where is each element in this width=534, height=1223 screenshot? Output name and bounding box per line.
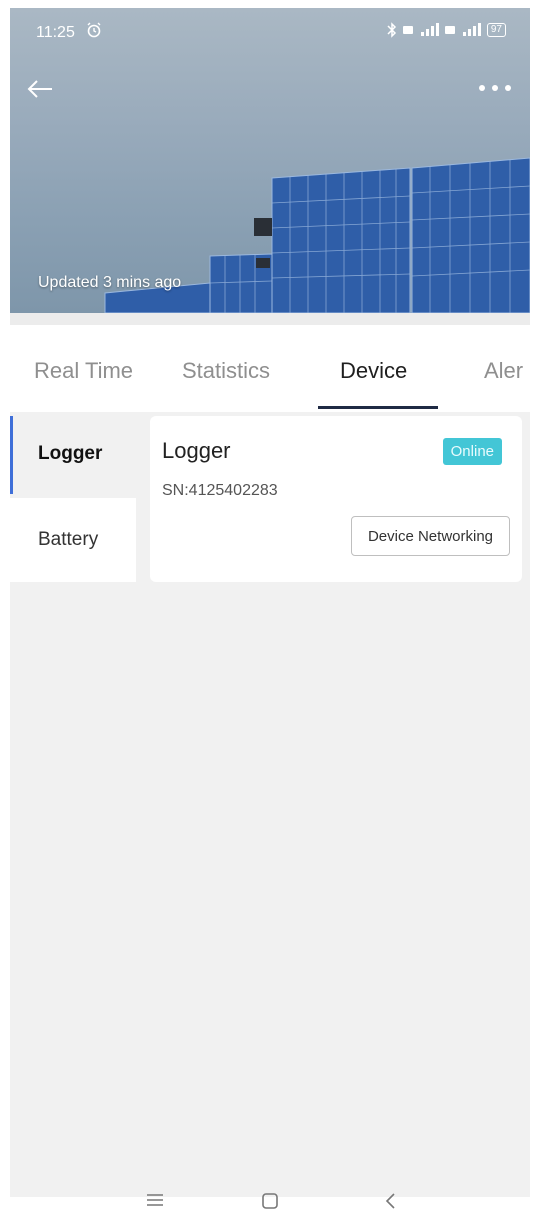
status-bar: 11:25 97 <box>10 8 530 58</box>
home-icon[interactable] <box>260 1191 280 1211</box>
hero-divider <box>10 313 530 325</box>
battery-level: 97 <box>490 24 502 35</box>
status-time: 11:25 <box>36 24 75 41</box>
sidebar-item-label: Logger <box>38 443 103 464</box>
back-arrow-icon[interactable] <box>26 78 54 100</box>
sidebar-item-label: Battery <box>38 529 99 550</box>
bluetooth-icon <box>387 22 396 38</box>
tab-statistics[interactable]: Statistics <box>182 358 270 384</box>
back-chevron-icon[interactable] <box>383 1191 399 1211</box>
more-icon[interactable] <box>478 84 512 92</box>
sidebar-active-indicator <box>10 416 13 494</box>
last-updated-text: Updated 3 mins ago <box>38 274 182 291</box>
status-badge: Online <box>442 438 502 465</box>
sidebar-item-logger[interactable]: Logger <box>10 412 136 496</box>
sidebar-item-battery[interactable]: Battery <box>10 498 136 582</box>
device-networking-button[interactable]: Device Networking <box>350 516 510 556</box>
signal-4g-icon <box>402 23 439 36</box>
system-nav-bar <box>0 1193 534 1223</box>
tab-device[interactable]: Device <box>340 358 407 384</box>
header-hero: 11:25 97 Updated 3 mins ago <box>10 8 530 313</box>
tab-real-time[interactable]: Real Time <box>34 358 133 384</box>
tab-alerts[interactable]: Aler <box>484 358 523 384</box>
active-tab-indicator <box>318 406 438 409</box>
device-card[interactable]: Logger Online SN:4125402283 Device Netwo… <box>150 416 522 582</box>
signal-5g-icon <box>444 23 481 36</box>
device-title: Logger <box>162 438 231 463</box>
tab-bar: Real Time Statistics Device Aler <box>10 340 534 412</box>
menu-icon[interactable] <box>145 1191 165 1209</box>
status-icons: 97 <box>387 22 506 38</box>
battery-icon: 97 <box>486 23 506 37</box>
device-serial-number: SN:4125402283 <box>162 482 278 499</box>
alarm-clock-icon <box>87 22 101 38</box>
device-content: Logger Battery Logger Online SN:41254022… <box>10 412 530 1197</box>
